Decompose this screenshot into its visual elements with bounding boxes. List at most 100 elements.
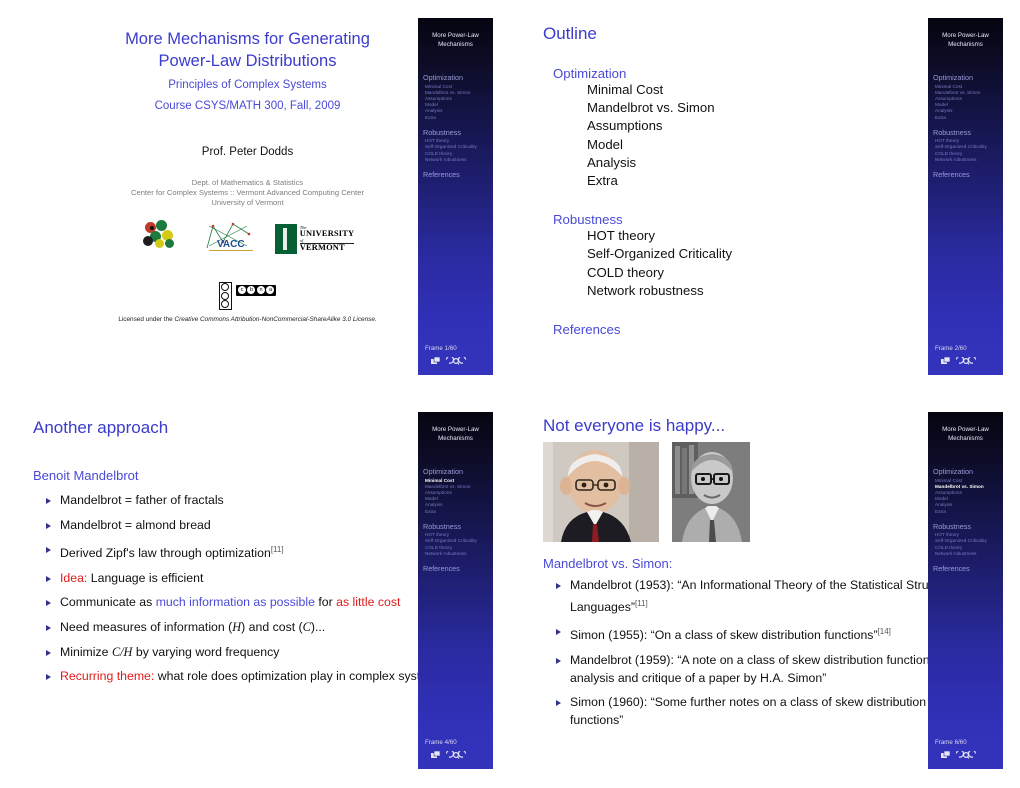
frame-counter: Frame 6/60 xyxy=(935,739,967,746)
affiliation-line3: University of Vermont xyxy=(211,198,284,207)
sidebar-section-optimization[interactable]: Optimization xyxy=(933,73,1003,82)
affiliation-line1: Dept. of Mathematics & Statistics xyxy=(191,178,304,187)
license-suffix: . xyxy=(374,315,377,323)
list-item: Idea: Language is efficient xyxy=(33,570,469,588)
slide-not-everyone-happy: Not everyone is happy... Mandelbrot vs. … xyxy=(510,394,1005,788)
slide-title: More Mechanisms for Generating Power-Law… xyxy=(0,0,495,394)
sidebar-deck-title: More Power-Law Mechanisms xyxy=(432,32,479,48)
cc-letter: b xyxy=(247,286,256,294)
prev-next-nav-icons[interactable] xyxy=(445,751,467,759)
uvm-university: UNIVERSITY xyxy=(299,229,355,239)
list-item-mid: for xyxy=(314,595,337,610)
list-item-text: Simon (1955): “On a class of skew distri… xyxy=(570,628,878,643)
frame-counter: Frame 4/60 xyxy=(425,739,457,746)
sidebar-section-references[interactable]: References xyxy=(423,564,493,573)
license-prefix: Licensed under the xyxy=(118,315,175,323)
copy-slides-icon[interactable] xyxy=(431,357,440,365)
photo-mandelbrot-svg xyxy=(543,442,659,542)
list-item: Simon (1960): “Some further notes on a c… xyxy=(543,694,979,729)
copy-slides-icon[interactable] xyxy=(941,357,950,365)
sidebar-nav: More Power-Law Mechanisms Optimization M… xyxy=(928,18,1003,375)
list-item: Recurring theme: what role does optimiza… xyxy=(33,668,469,686)
prev-next-nav-icons[interactable] xyxy=(955,357,977,365)
list-item: Derived Zipf's law through optimization[… xyxy=(33,541,469,563)
copy-slides-icon[interactable] xyxy=(431,751,440,759)
photo-mandelbrot xyxy=(543,442,659,542)
author-name: Prof. Peter Dodds xyxy=(201,146,294,158)
sidebar-nav: More Power-Law Mechanisms Optimization M… xyxy=(928,412,1003,769)
license-text: Licensed under the Creative Commons Attr… xyxy=(70,316,425,323)
nav-icons xyxy=(418,357,493,365)
list-item-blue: much information as possible xyxy=(155,595,315,610)
vacc-logo-icon: VACC xyxy=(203,222,259,254)
sidebar-section-optimization[interactable]: Optimization xyxy=(423,73,493,82)
bullet-list: Mandelbrot (1953): “An Informational The… xyxy=(543,577,979,729)
sidebar-section-optimization[interactable]: Optimization xyxy=(423,467,493,476)
sidebar-section-references[interactable]: References xyxy=(423,170,493,179)
creative-commons-badge-icon: c b n a xyxy=(235,284,277,296)
license-name: Creative Commons Attribution-NonCommerci… xyxy=(174,315,375,323)
photo-simon-svg xyxy=(672,442,750,542)
nav-icons xyxy=(418,751,493,759)
slide-another-approach: Another approach Benoit Mandelbrot Mande… xyxy=(0,394,495,788)
sidebar-section-robustness[interactable]: Robustness xyxy=(933,128,1003,137)
nav-icons xyxy=(928,751,1003,759)
sidebar-item-extra[interactable]: Extra xyxy=(423,115,493,121)
cc-letter: c xyxy=(237,286,246,294)
svg-text:VACC: VACC xyxy=(217,239,245,250)
sidebar-section-optimization[interactable]: Optimization xyxy=(933,467,1003,476)
list-item-text: Simon (1960): “Some further notes on a c… xyxy=(570,695,927,727)
affiliation: Dept. of Mathematics & Statistics Center… xyxy=(70,178,425,208)
sidebar-items: Optimization Minimal Cost Mandelbrot vs.… xyxy=(928,73,1003,179)
citation-ref[interactable]: [11] xyxy=(635,599,648,608)
list-item-lead: Recurring theme: xyxy=(60,669,155,684)
sidebar-footer: Frame 6/60 xyxy=(928,739,1003,759)
sidebar-footer: Frame 4/60 xyxy=(418,739,493,759)
list-item: Communicate as much information as possi… xyxy=(33,594,469,612)
uvm-tower-icon xyxy=(274,224,297,254)
citation-ref[interactable]: [11] xyxy=(271,545,284,554)
sidebar-item-network-robustness[interactable]: Network robustness xyxy=(423,551,493,557)
sidebar-items: Optimization Minimal Cost Mandelbrot vs.… xyxy=(928,467,1003,573)
sidebar-section-robustness[interactable]: Robustness xyxy=(423,128,493,137)
frame-counter: Frame 2/60 xyxy=(935,345,967,352)
deck-title-line2: Power-Law Distributions xyxy=(158,52,337,70)
list-item-red: as little cost xyxy=(336,595,401,610)
list-item-text: Language is efficient xyxy=(87,570,204,585)
sidebar-section-references[interactable]: References xyxy=(933,170,1003,179)
sidebar-item-network-robustness[interactable]: Network robustness xyxy=(933,551,1003,557)
photo-simon xyxy=(672,442,750,542)
list-item: Mandelbrot (1953): “An Informational The… xyxy=(543,577,979,616)
license-block: c b n a Licensed under the Creative Comm… xyxy=(70,278,425,323)
list-item: Simon (1955): “On a class of skew distri… xyxy=(543,623,979,645)
sidebar-section-references[interactable]: References xyxy=(933,564,1003,573)
section-heading: Benoit Mandelbrot xyxy=(33,468,139,483)
sidebar-deck-title: More Power-Law Mechanisms xyxy=(942,426,989,442)
sidebar-item-network-robustness[interactable]: Network robustness xyxy=(423,157,493,163)
complex-systems-logo-icon xyxy=(141,220,187,254)
list-item: Minimize C/H by varying word frequency xyxy=(33,644,469,662)
list-item-lead: Idea: xyxy=(60,570,88,585)
prev-next-nav-icons[interactable] xyxy=(445,357,467,365)
copy-slides-icon[interactable] xyxy=(941,751,950,759)
sidebar-section-robustness[interactable]: Robustness xyxy=(933,522,1003,531)
deck-subtitle-line2: Course CSYS/MATH 300, Fall, 2009 xyxy=(154,100,341,112)
sidebar-item-extra[interactable]: Extra xyxy=(933,509,1003,515)
frame-counter: Frame 1/60 xyxy=(425,345,457,352)
sidebar-item-extra[interactable]: Extra xyxy=(423,509,493,515)
deck-title-line1: More Mechanisms for Generating xyxy=(125,30,370,48)
list-item-text: what role does optimization play in comp… xyxy=(154,669,451,684)
sidebar-item-network-robustness[interactable]: Network robustness xyxy=(933,157,1003,163)
bullet-list: Mandelbrot = father of fractals Mandelbr… xyxy=(33,492,469,686)
slide-outline: Outline Optimization Minimal Cost Mandel… xyxy=(510,0,1005,394)
sidebar-items: Optimization Minimal Cost Mandelbrot vs.… xyxy=(418,467,493,573)
sidebar-section-robustness[interactable]: Robustness xyxy=(423,522,493,531)
deck-subtitle-line1: Principles of Complex Systems xyxy=(168,79,327,91)
sidebar-item-extra[interactable]: Extra xyxy=(933,115,1003,121)
vacc-logo-svg: VACC xyxy=(206,222,253,251)
uvm-logo-icon: The UNIVERSITY of VERMONT xyxy=(274,224,355,254)
citation-ref[interactable]: [14] xyxy=(878,627,891,636)
prev-next-nav-icons[interactable] xyxy=(955,751,977,759)
cc-letter: n xyxy=(256,286,265,294)
list-item: Mandelbrot = father of fractals xyxy=(33,492,469,510)
